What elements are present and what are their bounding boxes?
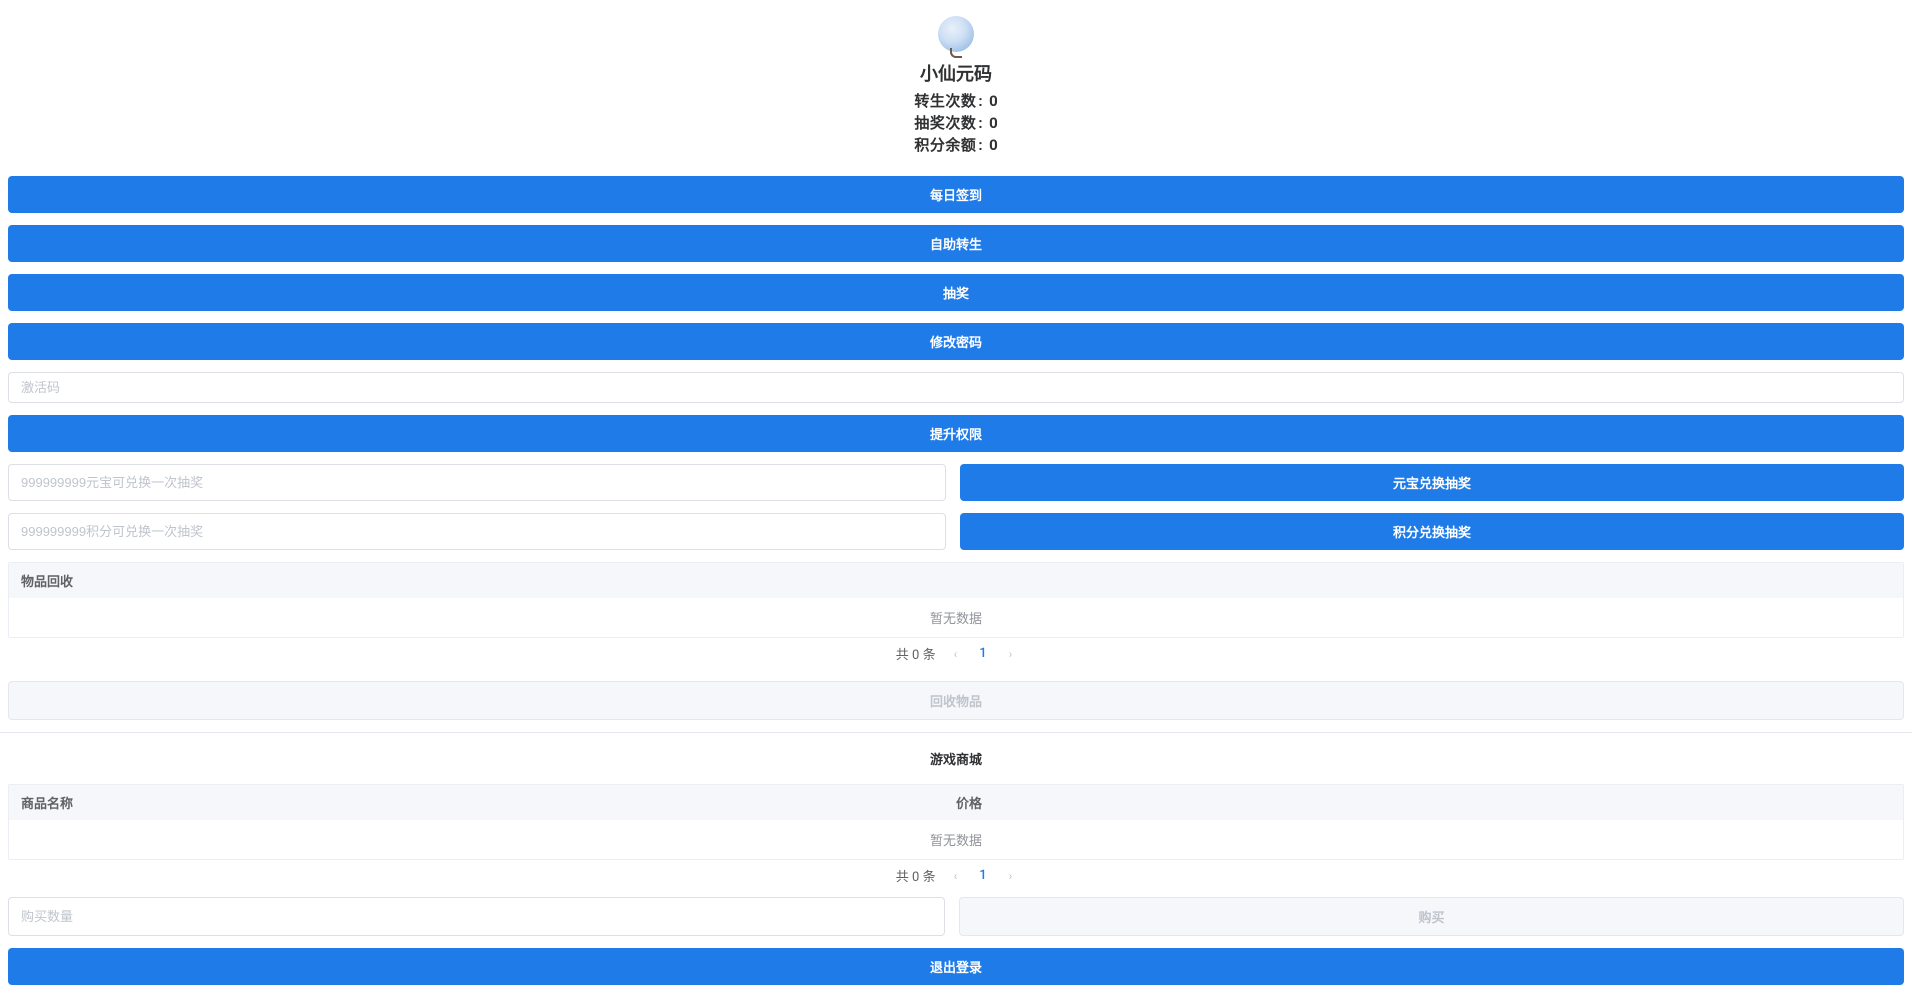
stat-points: 积分余额 0 [914, 134, 997, 156]
shop-pagination: 共 0 条 ‹ 1 › [8, 860, 1904, 891]
buy-quantity-input[interactable] [8, 897, 945, 936]
shop-col-price: 价格 [956, 793, 1891, 812]
points-exchange-button[interactable]: 积分兑换抽奖 [960, 513, 1904, 550]
shop-total: 共 0 条 [896, 866, 936, 885]
stat-rebirth-value: 0 [989, 90, 998, 112]
yuanbao-exchange-button[interactable]: 元宝兑换抽奖 [960, 464, 1904, 501]
recycle-table: 物品回收 暂无数据 [8, 562, 1904, 638]
yuanbao-exchange-row: 元宝兑换抽奖 [8, 464, 1904, 501]
shop-empty: 暂无数据 [9, 820, 1903, 859]
profile-block: 小仙元码 转生次数 0 抽奖次数 0 积分余额 0 [8, 6, 1904, 164]
shop-table-head: 商品名称 价格 [9, 785, 1903, 820]
buy-button: 购买 [959, 897, 1904, 936]
upgrade-privilege-button[interactable]: 提升权限 [8, 415, 1904, 452]
change-password-button[interactable]: 修改密码 [8, 323, 1904, 360]
stats-list: 转生次数 0 抽奖次数 0 积分余额 0 [8, 90, 1904, 156]
stat-rebirth: 转生次数 0 [914, 90, 997, 112]
logout-button[interactable]: 退出登录 [8, 948, 1904, 985]
username: 小仙元码 [8, 60, 1904, 86]
recycle-page-number[interactable]: 1 [975, 646, 990, 661]
stat-lottery: 抽奖次数 0 [914, 112, 997, 134]
shop-page-number[interactable]: 1 [975, 868, 990, 883]
recycle-empty: 暂无数据 [9, 598, 1903, 637]
points-exchange-row: 积分兑换抽奖 [8, 513, 1904, 550]
recycle-next-icon[interactable]: › [1005, 647, 1017, 661]
daily-checkin-button[interactable]: 每日签到 [8, 176, 1904, 213]
recycle-prev-icon[interactable]: ‹ [950, 647, 962, 661]
stat-lottery-label: 抽奖次数 [914, 112, 983, 134]
recycle-total: 共 0 条 [896, 644, 936, 663]
stat-points-label: 积分余额 [914, 134, 983, 156]
self-rebirth-button[interactable]: 自助转生 [8, 225, 1904, 262]
shop-table: 商品名称 价格 暂无数据 [8, 784, 1904, 860]
stat-lottery-value: 0 [989, 112, 998, 134]
buy-row: 购买 [8, 897, 1904, 936]
points-exchange-input[interactable] [8, 513, 946, 550]
shop-col-name: 商品名称 [21, 793, 956, 812]
recycle-items-button: 回收物品 [8, 681, 1904, 720]
stat-rebirth-label: 转生次数 [914, 90, 983, 112]
avatar [938, 16, 974, 52]
yuanbao-exchange-input[interactable] [8, 464, 946, 501]
recycle-pagination: 共 0 条 ‹ 1 › [8, 638, 1904, 669]
recycle-table-head: 物品回收 [9, 563, 1903, 598]
shop-title: 游戏商城 [8, 741, 1904, 772]
recycle-col-header: 物品回收 [21, 571, 1891, 590]
page-root: 小仙元码 转生次数 0 抽奖次数 0 积分余额 0 每日签到 自助转生 抽奖 修改密码… [0, 0, 1912, 1005]
lottery-button[interactable]: 抽奖 [8, 274, 1904, 311]
stat-points-value: 0 [989, 134, 998, 156]
shop-prev-icon[interactable]: ‹ [950, 869, 962, 883]
divider [0, 732, 1912, 733]
shop-next-icon[interactable]: › [1005, 869, 1017, 883]
activation-code-input[interactable] [8, 372, 1904, 403]
